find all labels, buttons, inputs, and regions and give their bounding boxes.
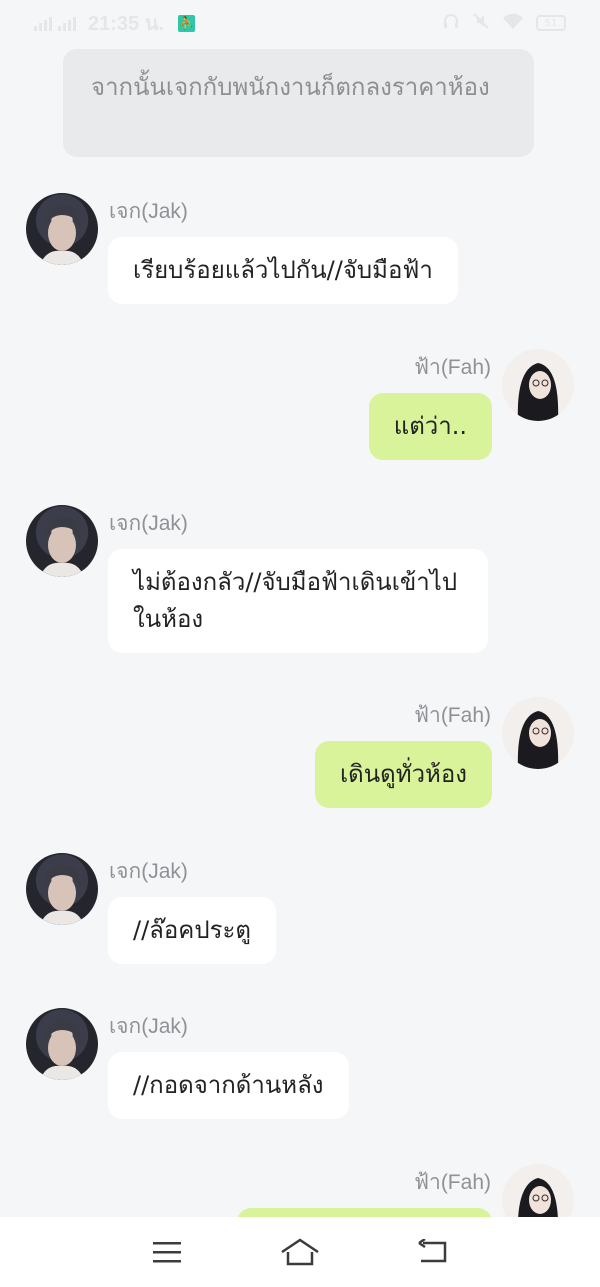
- avatar-fah[interactable]: [502, 349, 574, 421]
- navigation-bar: [0, 1217, 600, 1287]
- sender-name: เจก(Jak): [109, 200, 188, 223]
- narration-box: จากนั้นเจกกับพนักงานก็ตกลงราคาห้อง: [63, 49, 534, 157]
- sender-name: เจก(Jak): [109, 860, 188, 883]
- running-app-icon: ⛹: [177, 14, 195, 32]
- mute-icon: [472, 11, 490, 35]
- back-icon: [418, 1239, 447, 1263]
- home-button[interactable]: [275, 1232, 325, 1272]
- avatar-fah[interactable]: [502, 697, 574, 769]
- sender-name: เจก(Jak): [109, 1015, 188, 1038]
- status-bar: 21:35 น. ⛹ 51: [0, 0, 600, 46]
- message-bubble[interactable]: ไม่ต้องกลัว//จับมือฟ้าเดินเข้าไปในห้อง: [108, 549, 488, 653]
- sender-name: ฟ้า(Fah): [414, 704, 491, 727]
- message-bubble[interactable]: //ล๊อคประตู: [108, 897, 276, 964]
- message-bubble[interactable]: เดินดูทั่วห้อง: [314, 741, 492, 808]
- avatar-jak[interactable]: [26, 853, 98, 925]
- avatar-jak[interactable]: [26, 1008, 98, 1080]
- message-bubble[interactable]: เรียบร้อยแล้วไปกัน//จับมือฟ้า: [108, 237, 458, 304]
- sender-name: เจก(Jak): [109, 512, 188, 535]
- signal-icon-2: [58, 15, 76, 31]
- status-time: 21:35 น.: [88, 13, 164, 35]
- back-button[interactable]: [408, 1232, 458, 1272]
- sender-name: ฟ้า(Fah): [414, 356, 491, 379]
- headphone-icon: [442, 11, 460, 35]
- message-bubble[interactable]: แต่ว่า..: [368, 393, 492, 460]
- battery-icon: 51: [536, 15, 566, 31]
- avatar-jak[interactable]: [26, 193, 98, 265]
- wifi-icon: [502, 11, 524, 35]
- sender-name: ฟ้า(Fah): [414, 1171, 491, 1194]
- message-bubble[interactable]: //กอดจากด้านหลัง: [108, 1052, 349, 1119]
- menu-button[interactable]: [142, 1232, 192, 1272]
- signal-icon: [34, 15, 52, 31]
- menu-icon: [152, 1242, 181, 1263]
- home-icon: [281, 1238, 319, 1266]
- avatar-jak[interactable]: [26, 505, 98, 577]
